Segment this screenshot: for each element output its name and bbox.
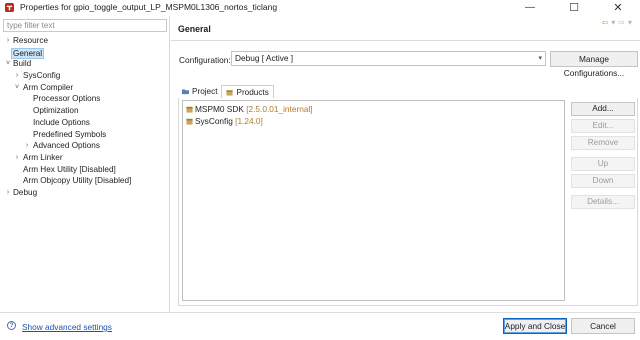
show-advanced-settings-link[interactable]: Show advanced settings [22, 322, 112, 332]
footer-divider [0, 312, 640, 313]
tree-item-label: Resource [13, 36, 49, 45]
product-name: SysConfig [195, 116, 233, 126]
tree-item-resource[interactable]: › Resource [0, 35, 170, 47]
tree-item-label: SysConfig [23, 71, 61, 81]
chevron-down-icon[interactable]: ˅ [4, 58, 12, 70]
apply-and-close-button[interactable]: Apply and Close [503, 318, 567, 334]
chevron-right-icon[interactable]: › [4, 187, 12, 199]
window-title: Properties for gpio_toggle_output_LP_MSP… [20, 2, 278, 12]
list-item[interactable]: MSPM0 SDK [2.5.0.01_internal] [186, 104, 313, 115]
edit-button[interactable]: Edit... [571, 119, 635, 133]
minimize-button[interactable]: — [508, 0, 552, 14]
maximize-button[interactable]: ☐ [552, 0, 596, 14]
tree-item-sysconfig[interactable]: › SysConfig [0, 70, 170, 82]
list-item[interactable]: SysConfig [1.24.0] [186, 116, 263, 127]
configuration-label: Configuration: [179, 55, 231, 65]
tree-item-build[interactable]: ˅ Build [0, 58, 170, 70]
page-header: General ⇦ ▾ ⇨ ▾ [171, 16, 640, 41]
tab-project[interactable]: Project [178, 85, 221, 98]
tree-item-arm-linker[interactable]: › Arm Linker [0, 152, 170, 164]
back-dropdown-icon[interactable]: ▾ [611, 18, 615, 27]
tree-item-label: Arm Objcopy Utility [Disabled] [23, 176, 132, 186]
tree-item-label: Arm Compiler [23, 82, 74, 92]
window-controls: — ☐ ✕ [508, 0, 640, 14]
tree-item-include-options[interactable]: Include Options [0, 117, 170, 129]
product-version: [1.24.0] [235, 116, 263, 126]
chevron-right-icon[interactable]: › [23, 140, 31, 152]
page-title: General [178, 24, 211, 34]
up-button[interactable]: Up [571, 157, 635, 171]
products-list[interactable]: MSPM0 SDK [2.5.0.01_internal] SysConfig … [182, 100, 565, 301]
tree-item-label: Optimization [33, 106, 79, 116]
tree-item-arm-hex-utility[interactable]: Arm Hex Utility [Disabled] [0, 164, 170, 176]
tree-item-predefined-symbols[interactable]: Predefined Symbols [0, 129, 170, 141]
forward-arrow-icon[interactable]: ⇨ [618, 18, 625, 27]
configuration-value: Debug [ Active ] [235, 53, 294, 63]
property-tree: › Resource General ˅ Build › SysConfig ˅… [0, 35, 170, 199]
product-version: [2.5.0.01_internal] [246, 104, 313, 114]
manage-configurations-button[interactable]: Manage Configurations... [550, 51, 638, 78]
chevron-down-icon: ▾ [538, 55, 542, 62]
remove-button[interactable]: Remove [571, 136, 635, 150]
window-title-bar: Properties for gpio_toggle_output_LP_MSP… [0, 0, 640, 14]
back-arrow-icon[interactable]: ⇦ [602, 18, 609, 27]
tree-item-label: Arm Hex Utility [Disabled] [23, 164, 116, 174]
close-button[interactable]: ✕ [596, 0, 640, 14]
configuration-select[interactable]: Debug [ Active ] ▾ [231, 51, 546, 66]
tree-item-label: Debug [13, 187, 38, 197]
chevron-right-icon[interactable]: › [4, 35, 12, 47]
chevron-right-icon[interactable]: › [13, 70, 21, 82]
down-button[interactable]: Down [571, 174, 635, 188]
chevron-down-icon[interactable]: ˅ [13, 82, 21, 94]
tree-item-optimization[interactable]: Optimization [0, 105, 170, 117]
help-icon[interactable]: ? [7, 321, 16, 330]
tree-item-advanced-options[interactable]: › Advanced Options [0, 140, 170, 152]
cancel-button[interactable]: Cancel [571, 318, 635, 334]
tree-item-processor-options[interactable]: Processor Options [0, 93, 170, 105]
history-nav: ⇦ ▾ ⇨ ▾ [602, 18, 632, 27]
tab-label: Project [192, 87, 218, 96]
package-icon [186, 118, 193, 125]
project-folder-icon [182, 89, 189, 95]
ccs-app-icon [5, 2, 14, 12]
tree-item-label: Arm Linker [23, 152, 63, 162]
tree-item-label: Build [13, 59, 32, 69]
products-package-icon [226, 89, 234, 96]
package-icon [186, 106, 193, 113]
tree-item-label: Include Options [33, 117, 90, 127]
add-button[interactable]: Add... [571, 102, 635, 116]
tree-item-debug[interactable]: › Debug [0, 187, 170, 199]
tree-item-arm-compiler[interactable]: ˅ Arm Compiler [0, 82, 170, 94]
chevron-right-icon[interactable]: › [13, 152, 21, 164]
filter-input[interactable] [3, 19, 167, 32]
property-tree-pane: › Resource General ˅ Build › SysConfig ˅… [0, 16, 170, 312]
tree-item-arm-objcopy-utility[interactable]: Arm Objcopy Utility [Disabled] [0, 175, 170, 187]
tree-item-label: Advanced Options [33, 141, 100, 151]
tab-products[interactable]: Products [221, 85, 274, 98]
tree-item-general[interactable]: General [0, 47, 170, 60]
product-name: MSPM0 SDK [195, 104, 244, 114]
tab-label: Products [236, 87, 269, 97]
tree-item-label: Predefined Symbols [33, 129, 107, 139]
details-button[interactable]: Details... [571, 195, 635, 209]
forward-dropdown-icon[interactable]: ▾ [628, 18, 632, 27]
tree-item-label: Processor Options [33, 94, 101, 104]
tab-strip: Project Products [178, 85, 274, 98]
